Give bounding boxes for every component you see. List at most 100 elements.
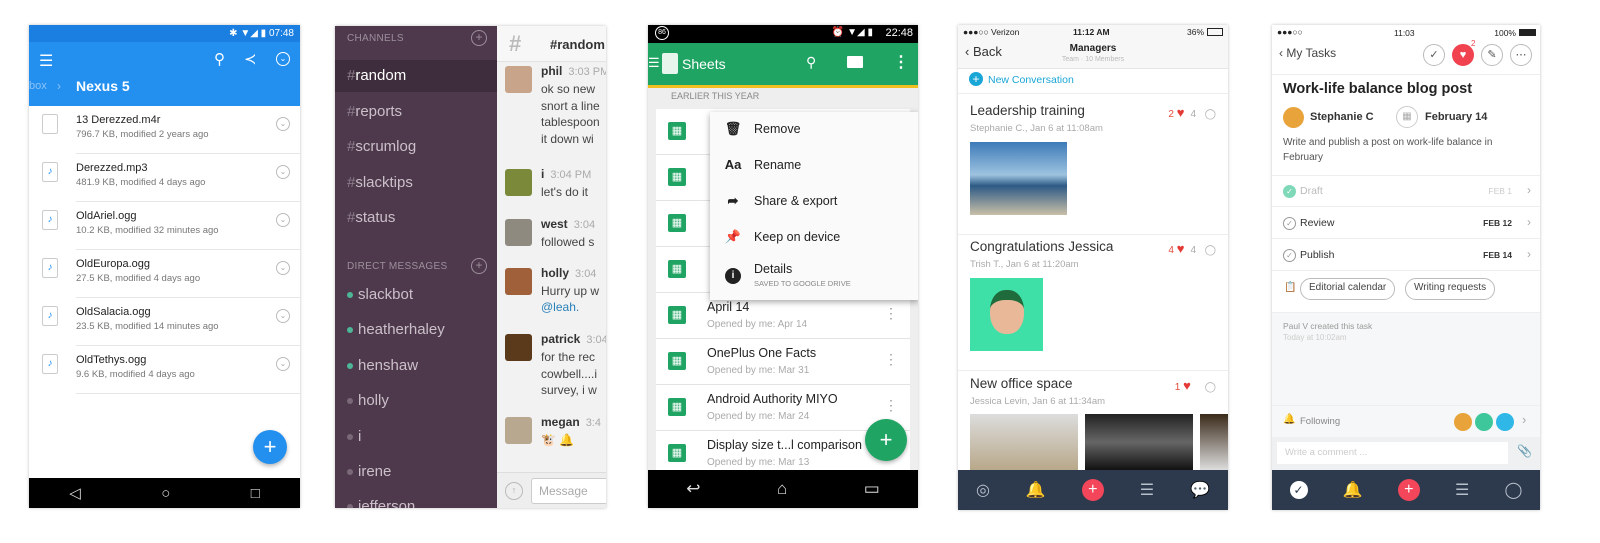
add-tab-icon[interactable]: + [1081,479,1104,501]
edit-icon[interactable]: ✎ [1481,44,1503,66]
menu-item-keep[interactable]: 📌 Keep on device [710,220,918,256]
sheet-row[interactable]: ▦ OnePlus One Facts Opened by me: Mar 31 ⋮ [656,339,910,385]
comment-icon[interactable]: ◯ [1205,382,1216,393]
list-tab-icon[interactable]: ☰ [1455,480,1469,500]
channel-item[interactable]: #random [347,67,406,84]
sheet-icon: ▦ [668,214,686,232]
back-icon[interactable]: ↩ [686,479,700,499]
upload-icon[interactable]: ↑ [505,482,523,500]
comment-icon[interactable]: ◯ [1205,245,1216,256]
add-channel-icon[interactable]: + [471,30,487,46]
post-image[interactable] [1085,414,1193,470]
post-image[interactable] [1200,414,1228,470]
tasks-tab-icon[interactable]: ◎ [976,480,990,500]
recents-icon[interactable]: ▭ [864,479,880,499]
list-tab-icon[interactable]: ☰ [1140,480,1154,500]
dm-item[interactable]: holly [347,392,389,409]
project-tag[interactable]: Editorial calendar [1300,278,1396,300]
back-button[interactable]: ‹ My Tasks [1279,46,1336,60]
dm-item[interactable]: irene [347,463,391,480]
check-icon[interactable]: ✓ [1283,249,1296,262]
menu-item-details[interactable]: i Details SAVED TO GOOGLE DRIVE [710,256,918,300]
post-image[interactable] [970,414,1078,470]
post-image[interactable] [970,278,1043,351]
due-date[interactable]: February 14 [1425,111,1487,123]
notifications-tab-icon[interactable]: 🔔 [1343,480,1363,500]
activity-text: Paul V created this task [1283,321,1373,331]
tasks-tab-icon[interactable]: ✓ [1289,481,1308,499]
comment-input[interactable]: Write a comment ... [1277,442,1508,464]
subtask-row[interactable]: ✓ Review FEB 12 › [1272,207,1540,239]
search-icon[interactable]: ⚲ [214,50,225,68]
new-conversation-button[interactable]: + New Conversation [969,72,1074,86]
mention-link[interactable]: @leah. [541,299,579,316]
add-button[interactable]: + [253,430,287,464]
channel-item[interactable]: #slacktips [347,174,413,191]
file-row[interactable]: ♪ Derezzed.mp3 481.9 KB, modified 4 days a… [29,154,300,202]
dm-item[interactable]: i [347,428,361,445]
menu-item-remove[interactable]: 🗑 Remove [710,112,918,148]
complete-button[interactable]: ✓ [1423,44,1445,66]
followers-row[interactable]: 🔔 Following › [1272,405,1540,437]
breadcrumb-parent[interactable]: box [29,80,47,92]
dm-item[interactable]: slackbot [347,286,413,303]
comment-icon[interactable]: ◯ [1205,109,1216,120]
channel-item[interactable]: #reports [347,103,402,120]
share-icon[interactable]: ≺ [244,50,257,68]
more-vert-icon[interactable]: ⋮ [884,397,898,414]
notifications-tab-icon[interactable]: 🔔 [1026,480,1046,500]
heart-icon[interactable]: ♥ [1183,378,1191,393]
file-row[interactable]: ♪ OldEuropa.ogg 27.5 KB, modified 4 days a… [29,250,300,298]
subtask-row[interactable]: ✓ Draft FEB 1 › [1272,175,1540,207]
heart-icon[interactable]: ♥ [1177,241,1185,256]
chevron-down-icon[interactable]: ⌄ [276,357,290,371]
project-tag[interactable]: Writing requests [1405,278,1496,300]
add-button[interactable]: + [865,419,907,461]
add-tab-icon[interactable]: + [1397,479,1420,501]
search-icon[interactable]: ⚲ [806,54,816,71]
file-row[interactable]: 13 Derezzed.m4r 796.7 KB, modified 2 year… [29,106,300,154]
chevron-down-icon[interactable]: ⌄ [276,165,290,179]
channel-item[interactable]: #status [347,209,395,226]
file-row[interactable]: ♪ OldAriel.ogg 10.2 KB, modified 32 minute… [29,202,300,250]
more-options-icon[interactable]: ⌄ [276,52,290,66]
channel-item[interactable]: #scrumlog [347,138,416,155]
subtask-row[interactable]: ✓ Publish FEB 14 › [1272,239,1540,271]
recents-icon[interactable]: □ [251,485,260,502]
subtask-name: Publish [1300,249,1335,261]
check-done-icon[interactable]: ✓ [1283,185,1296,198]
more-options-icon[interactable]: ⋯ [1510,44,1532,66]
heart-icon[interactable]: ♥ [1177,105,1185,120]
home-icon[interactable]: ⌂ [777,479,787,499]
dm-item[interactable]: jefferson [347,498,415,508]
chevron-down-icon[interactable]: ⌄ [276,213,290,227]
more-vert-icon[interactable]: ⋮ [884,351,898,368]
home-icon[interactable]: ○ [161,485,170,502]
task-title: Work-life balance blog post [1283,81,1473,97]
dm-item[interactable]: heatherhaley [347,321,445,338]
attachment-icon[interactable]: 📎 [1517,444,1532,458]
chevron-down-icon[interactable]: ⌄ [276,261,290,275]
menu-icon[interactable]: ☰ [39,51,53,71]
message-input[interactable]: Message [531,478,606,504]
back-icon[interactable]: ◁ [69,484,81,502]
menu-item-share[interactable]: ➦ Share & export [710,184,918,220]
more-vert-icon[interactable]: ⋮ [884,305,898,322]
add-dm-icon[interactable]: + [471,258,487,274]
check-icon[interactable]: ✓ [1283,217,1296,230]
chat-tab-icon[interactable]: 💬 [1190,480,1210,500]
message-text: Hurry up w [541,284,600,298]
chevron-down-icon[interactable]: ⌄ [276,117,290,131]
post-image[interactable] [970,142,1067,215]
chevron-down-icon[interactable]: ⌄ [276,309,290,323]
menu-item-rename[interactable]: Aa Rename [710,148,918,184]
file-row[interactable]: ♪ OldSalacia.ogg 23.5 KB, modified 14 minu… [29,298,300,346]
folder-icon[interactable] [847,56,863,68]
file-row[interactable]: ♪ OldTethys.ogg 9.6 KB, modified 4 days ag… [29,346,300,394]
assignee-name[interactable]: Stephanie C [1310,111,1374,123]
dm-item[interactable]: henshaw [347,357,418,374]
status-bar: 86 22:48 ⏰ ▼◢ ▮ [648,25,918,43]
menu-icon[interactable]: ☰ [648,55,660,71]
more-vert-icon[interactable]: ⋮ [893,52,909,72]
chat-tab-icon[interactable]: ◯ [1504,480,1522,500]
